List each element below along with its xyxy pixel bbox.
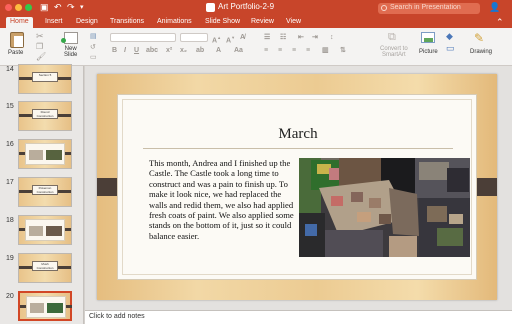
thumb-label: Round Construction — [32, 109, 58, 119]
castle-photo-image — [299, 158, 470, 257]
align-right-button[interactable]: ≡ — [292, 46, 296, 55]
format-painter-icon[interactable]: 🖌 — [36, 52, 46, 61]
increase-font-size-button[interactable]: A▲ — [212, 33, 221, 45]
smartart-icon[interactable]: ⧉ — [388, 31, 396, 44]
convert-smartart-label: Convert to SmartArt — [380, 46, 408, 58]
paste-icon[interactable] — [10, 32, 24, 48]
tab-insert[interactable]: Insert — [45, 17, 63, 27]
decrease-indent-button[interactable]: ⇤ — [298, 33, 304, 42]
thumb-number: 20 — [6, 293, 14, 300]
font-name-dropdown[interactable] — [110, 33, 176, 42]
thumb-number: 14 — [6, 66, 14, 73]
ribbon: Paste ✂ ❐ 🖌 New Slide ▤ ↺ ▭ A▲ A▼ A̸ B I… — [0, 28, 512, 66]
italic-button[interactable]: I — [124, 46, 126, 55]
search-placeholder: Search in Presentation — [390, 4, 461, 11]
align-center-button[interactable]: ≡ — [278, 46, 282, 55]
powerpoint-file-icon — [206, 3, 215, 12]
redo-icon[interactable]: ↷ — [67, 2, 75, 13]
thumb-number: 19 — [6, 255, 14, 262]
share-icon[interactable]: 👤 — [489, 2, 500, 13]
window-title: Art Portfolio-2-9 — [218, 2, 275, 11]
slide-thumbnail-18[interactable] — [18, 215, 72, 245]
title-bar: ▣ ↶ ↷ ▾ Art Portfolio-2-9 Search in Pres… — [0, 0, 512, 16]
reset-icon[interactable]: ↺ — [90, 43, 96, 51]
cut-icon[interactable]: ✂ — [36, 31, 44, 42]
thumb-label: Section 5 — [32, 72, 58, 82]
section-icon[interactable]: ▭ — [90, 53, 97, 61]
ribbon-tabs: Home Insert Design Transitions Animation… — [0, 16, 512, 28]
align-left-button[interactable]: ≡ — [264, 46, 268, 55]
slide-thumbnail-15[interactable]: Round Construction — [18, 101, 72, 131]
picture-label: Picture — [419, 49, 438, 55]
drawing-icon[interactable]: ✎ — [474, 31, 484, 45]
undo-icon[interactable]: ↶ — [54, 2, 62, 13]
search-input[interactable]: Search in Presentation — [378, 3, 480, 14]
tab-review[interactable]: Review — [251, 17, 274, 27]
search-icon — [381, 5, 387, 11]
subscript-button[interactable]: x₂ — [180, 46, 187, 55]
tab-design[interactable]: Design — [76, 17, 98, 27]
columns-button[interactable]: ▥ — [322, 46, 329, 55]
customize-toolbar-icon[interactable]: ▾ — [80, 2, 84, 13]
underline-button[interactable]: U — [134, 46, 139, 55]
font-color-button[interactable]: A — [216, 46, 221, 55]
slide-canvas[interactable]: March This month, Andrea and I finished … — [97, 74, 497, 300]
save-icon[interactable]: ▣ — [40, 2, 49, 13]
thumb-number: 18 — [6, 217, 14, 224]
tab-transitions[interactable]: Transitions — [110, 17, 144, 27]
slide-thumbnail-14[interactable]: Section 5 — [18, 64, 72, 94]
new-slide-icon[interactable] — [61, 32, 78, 44]
bold-button[interactable]: B — [112, 46, 117, 55]
notes-placeholder: Click to add notes — [89, 313, 145, 320]
shapes-icon[interactable]: ◆ — [446, 31, 453, 42]
close-window-button[interactable] — [5, 4, 12, 11]
tab-animations[interactable]: Animations — [157, 17, 192, 27]
card-frame: March This month, Andrea and I finished … — [122, 99, 472, 275]
tab-home[interactable]: Home — [6, 17, 33, 28]
castle-photo[interactable] — [299, 158, 470, 257]
title-divider — [143, 148, 453, 149]
minimize-window-button[interactable] — [15, 4, 22, 11]
superscript-button[interactable]: x² — [166, 46, 172, 55]
tab-view[interactable]: View — [286, 17, 301, 27]
text-box-icon[interactable]: ▭ — [446, 43, 455, 54]
slide-title[interactable]: March — [123, 126, 473, 143]
powerpoint-window: ▣ ↶ ↷ ▾ Art Portfolio-2-9 Search in Pres… — [0, 0, 512, 324]
paste-label: Paste — [8, 50, 24, 56]
zoom-window-button[interactable] — [25, 4, 32, 11]
increase-indent-button[interactable]: ⇥ — [312, 33, 318, 42]
thumb-label: Pokemon Construction — [32, 185, 58, 195]
collapse-ribbon-icon[interactable]: ⌃ — [496, 17, 504, 27]
slide-thumbnails-panel: 14 Section 5 15 Round Construction 16 17… — [0, 64, 84, 324]
slide-editor: March This month, Andrea and I finished … — [85, 66, 512, 310]
decrease-font-size-button[interactable]: A▼ — [226, 33, 235, 45]
font-size-dropdown[interactable] — [180, 33, 208, 42]
new-slide-label: New Slide — [64, 46, 78, 58]
content-card: March This month, Andrea and I finished … — [117, 94, 477, 280]
text-highlight-button[interactable]: ab — [196, 46, 204, 55]
slide-body-text[interactable]: This month, Andrea and I finished up the… — [149, 158, 301, 241]
drawing-label: Drawing — [470, 49, 493, 55]
slide-thumbnail-20[interactable] — [18, 291, 72, 321]
slide-thumbnail-16[interactable] — [18, 139, 72, 169]
thumb-number: 15 — [6, 103, 14, 110]
change-case-button[interactable]: Aa — [234, 46, 243, 55]
slide-thumbnail-17[interactable]: Pokemon Construction — [18, 177, 72, 207]
numbering-button[interactable]: ☷ — [280, 33, 286, 42]
tab-slide-show[interactable]: Slide Show — [205, 17, 240, 27]
picture-icon[interactable] — [421, 32, 435, 43]
copy-icon[interactable]: ❐ — [36, 42, 43, 51]
text-direction-button[interactable]: ⇅ — [340, 46, 346, 55]
slide-thumbnail-19[interactable]: Mush Construction — [18, 253, 72, 283]
line-spacing-button[interactable]: ↕ — [330, 33, 334, 42]
notes-pane[interactable]: Click to add notes — [85, 310, 512, 324]
layout-icon[interactable]: ▤ — [90, 32, 97, 40]
thumb-number: 16 — [6, 141, 14, 148]
thumb-label: Mush Construction — [32, 261, 58, 271]
thumb-number: 17 — [6, 179, 14, 186]
clear-formatting-button[interactable]: A̸ — [240, 33, 245, 42]
justify-button[interactable]: ≡ — [306, 46, 310, 55]
strikethrough-button[interactable]: abc — [146, 46, 158, 55]
bullets-button[interactable]: ☰ — [264, 33, 270, 42]
